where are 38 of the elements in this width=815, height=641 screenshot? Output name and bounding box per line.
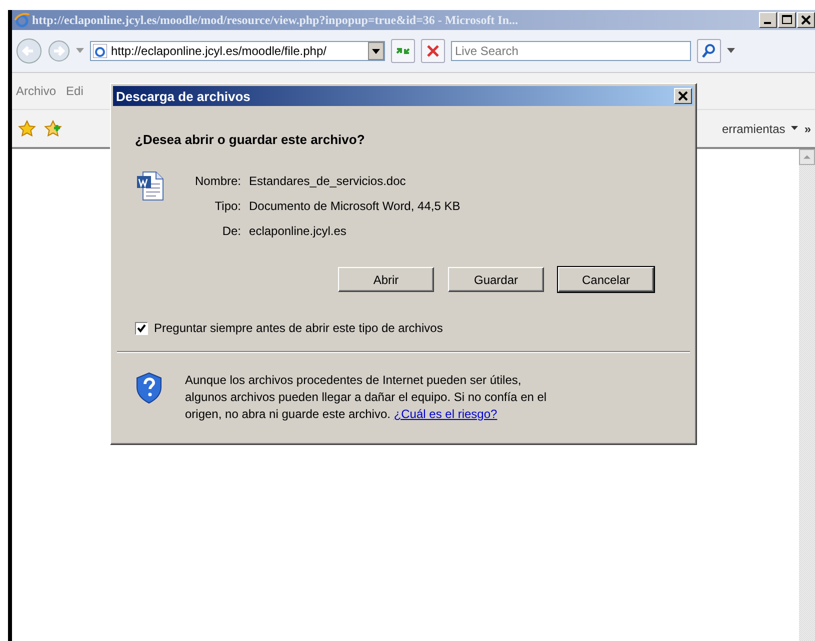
tools-menu[interactable]: erramientas bbox=[722, 122, 786, 136]
add-favorite-icon[interactable] bbox=[44, 120, 62, 138]
caret-icon[interactable] bbox=[727, 48, 735, 54]
maximize-icon[interactable] bbox=[778, 12, 796, 28]
address-field[interactable]: http://eclaponline.jcyl.es/moodle/file.php/ bbox=[90, 41, 385, 61]
warning-text: Aunque los archivos procedentes de Internet pueden ser útiles, algunos archivos pueden llegar a dañar el equipo. Si no confía en el origen, no abra ni guarde este archivo. ¿Cuál es el riesgo? bbox=[185, 372, 548, 423]
risk-link[interactable]: ¿Cuál es el riesgo? bbox=[394, 407, 498, 421]
more-button[interactable]: » bbox=[804, 122, 815, 136]
field-label: Nombre: bbox=[195, 174, 242, 188]
stop-icon[interactable] bbox=[421, 39, 445, 63]
dialog-button[interactable]: Guardar bbox=[448, 267, 544, 292]
browser-icon bbox=[14, 12, 30, 28]
dropdown-icon[interactable] bbox=[368, 42, 384, 60]
dialog-question: ¿Desea abrir o guardar este archivo? bbox=[135, 132, 366, 147]
dialog-button[interactable]: Abrir bbox=[338, 267, 434, 292]
shield-question-icon bbox=[135, 372, 163, 404]
menu-item[interactable]: Archivo bbox=[16, 84, 56, 98]
field-value: Estandares_de_servicios.doc bbox=[249, 174, 407, 188]
window-title: http://eclaponline.jcyl.es/moodle/mod/resource/view.php?inpopup=true&id=36 - Microsoft In... bbox=[32, 12, 520, 28]
checkbox-label[interactable]: Preguntar siempre antes de abrir este tipo de archivos bbox=[154, 321, 443, 335]
refresh-icon[interactable] bbox=[391, 39, 415, 63]
field-label: Tipo: bbox=[214, 199, 242, 213]
search-field[interactable]: Live Search bbox=[451, 41, 691, 61]
dialog-button[interactable]: Cancelar bbox=[558, 267, 654, 292]
caret-icon[interactable] bbox=[791, 126, 798, 131]
minimize-icon[interactable] bbox=[759, 12, 777, 28]
close-icon[interactable] bbox=[674, 88, 692, 104]
field-value: Documento de Microsoft Word, 44,5 KB bbox=[249, 199, 460, 213]
scrollbar[interactable] bbox=[799, 149, 815, 641]
menu-item[interactable]: Edi bbox=[66, 84, 84, 98]
star-icon[interactable] bbox=[18, 120, 36, 138]
search-icon[interactable] bbox=[697, 39, 721, 63]
close-icon[interactable] bbox=[797, 12, 815, 28]
page-icon bbox=[93, 44, 107, 58]
field-label: De: bbox=[221, 224, 242, 238]
field-value: eclaponline.jcyl.es bbox=[249, 224, 348, 238]
dialog-title: Descarga de archivos bbox=[116, 88, 252, 104]
checkbox[interactable] bbox=[135, 322, 148, 334]
